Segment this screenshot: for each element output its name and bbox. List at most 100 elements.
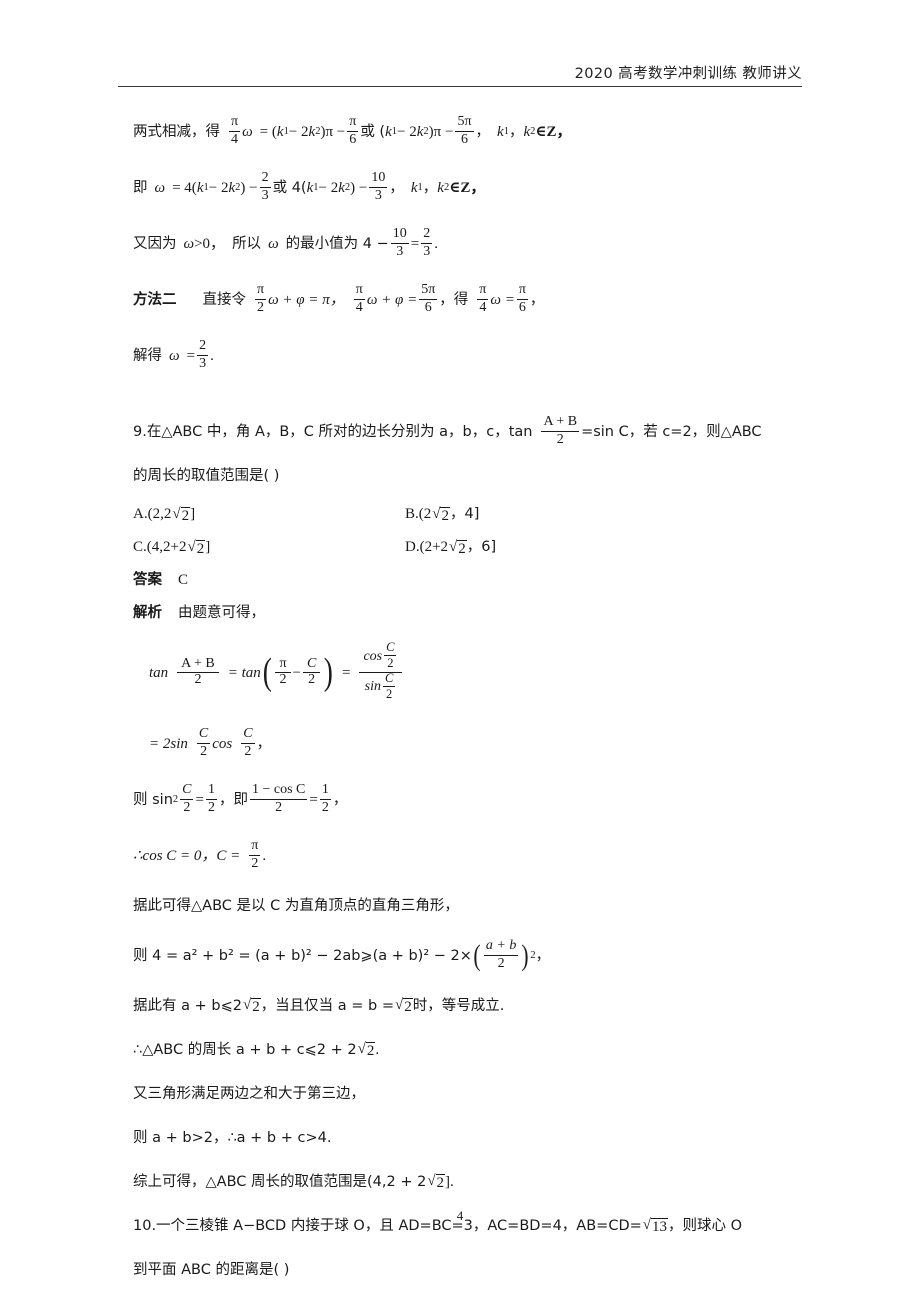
question-10-line-2: 到平面 ABC 的距离是( ) [133, 1248, 813, 1292]
math-line-6: tan A + B2 = tan ( π2 − C2 ) = cos C2 si… [133, 630, 813, 716]
line1-lead: 两式相减，得 [133, 123, 220, 140]
k-var: k [276, 123, 284, 140]
line8-comma: ， [332, 791, 348, 808]
line2-comma: ， [389, 179, 404, 196]
option-b-tail: ，4] [449, 506, 480, 523]
option-c-label: C.(4,2+2 [133, 539, 187, 555]
paren-group: ( π2 − C2 ) [262, 651, 334, 694]
fraction-1-2: 12 [205, 781, 217, 815]
header-divider [118, 86, 802, 87]
fraction-c-2: C2 [241, 725, 255, 759]
option-d-label: D.(2+2 [405, 539, 449, 555]
line16-a: 综上可得，△ABC 周长的取值范围是(4,2 + 2 [133, 1173, 427, 1190]
fraction-half-angle: 1 − cos C2 [249, 781, 308, 815]
fraction-10-3: 10 3 [390, 225, 409, 259]
math-line-3: 又因为 ω >0， 所以 ω 的最小值为 4 − 10 3 = 23 . [133, 216, 813, 272]
option-b-label: B.(2 [405, 506, 432, 522]
omega-symbol: ω [268, 235, 279, 252]
line3-mid: 所以 [232, 235, 262, 252]
sqrt-icon: √ 2 [395, 997, 413, 1015]
k-var: k [416, 123, 424, 140]
tan-operator: tan [149, 664, 169, 681]
question-9-line-1: 9.在△ABC 中，角 A，B，C 所对的边长分别为 a，b，c，tan A +… [133, 410, 813, 454]
sqrt-icon: √ 2 [172, 505, 191, 524]
line2-close-b: ) − [350, 179, 368, 196]
fraction-1-2: 12 [319, 781, 331, 815]
cos-operator: cos [212, 735, 233, 752]
line11-comma: ， [535, 947, 551, 964]
math-line-12: 据此有 a + b⩽2 √ 2 ，当且仅当 a = b = √ 2 时，等号成立. [133, 984, 813, 1028]
omega-symbol: ω [169, 347, 180, 364]
math-line-16: 综上可得，△ABC 周长的取值范围是(4,2 + 2 √ 2 ]. [133, 1160, 813, 1204]
fraction-a-plus-b-over-2: A + B2 [541, 413, 580, 447]
line8-eq1: = [195, 791, 204, 808]
line2-eq: = 4( [172, 179, 197, 196]
fraction-c-2: C2 [180, 781, 194, 815]
fraction-10-3: 10 3 [369, 169, 388, 203]
sqrt-icon: √ 2 [432, 505, 450, 524]
line8-exponent: 2 [172, 793, 179, 805]
math-line-10: 据此可得△ABC 是以 C 为直角顶点的直角三角形， [133, 884, 813, 928]
line1-in-Z: ∈Z， [535, 123, 572, 140]
line3-lead: 又因为 [133, 235, 177, 252]
line13-a: ∴△ABC 的周长 a + b + c⩽2 + 2 [133, 1041, 357, 1058]
fraction-2-3: 23 [259, 169, 271, 203]
option-row-cd: C.(4,2+2 √ 2 ] D.(2+2 √ 2 ，6] [133, 531, 813, 564]
k-var: k [306, 179, 314, 196]
fraction-c-2: C2 [384, 640, 397, 671]
line9-lead: ∴cos C = 0，C = [133, 847, 241, 864]
k-var: k [410, 179, 418, 196]
option-c[interactable]: C.(4,2+2 √ 2 ] [133, 539, 405, 557]
option-d[interactable]: D.(2+2 √ 2 ，6] [405, 539, 496, 557]
line1-minus: − 2 [288, 123, 309, 140]
fraction-a-plus-b-over-2: A + B2 [177, 656, 219, 687]
paren-group: ( a + b2 ) [473, 937, 529, 972]
line3-eq: = [410, 235, 420, 252]
line2-minus: − 2 [208, 179, 229, 196]
line5-lead: 解得 [133, 347, 162, 364]
math-line-4-method-two: 方法二 直接令 π2 ω + φ = π， π4 ω + φ = 5π 6 ，得 … [133, 272, 813, 328]
line1-or: 或 ( [360, 123, 386, 140]
sin-operator: sin [364, 678, 381, 694]
k-var: k [196, 179, 204, 196]
line1-close-b: )π − [428, 123, 454, 140]
fraction-pi-2: π2 [255, 281, 267, 315]
fraction-pi-4: π4 [353, 281, 365, 315]
line12-a: 据此有 a + b⩽2 [133, 997, 242, 1014]
math-line-5: 解得 ω = 23 . [133, 328, 813, 384]
header-title: 2020 高考数学冲刺训练 教师讲义 [574, 66, 802, 82]
sqrt-icon: √ 2 [449, 538, 467, 557]
fraction-pi-4: π4 [229, 113, 241, 147]
line4-t5: ， [529, 291, 545, 308]
line13-b: . [375, 1041, 380, 1058]
page-number: 4 [456, 1208, 464, 1223]
k-var: k [385, 123, 392, 140]
line5-eq: = [186, 347, 196, 364]
line9-period: . [262, 847, 267, 864]
math-line-1: 两式相减，得 π4 ω = ( k1 − 2 k2 )π − π6 或 ( k1… [133, 104, 813, 160]
omega-symbol: ω [154, 179, 166, 196]
line6-eq2: = [342, 664, 351, 681]
line5-period: . [210, 347, 214, 364]
line2-comma-2: ， [422, 179, 438, 196]
fraction-c-2: C2 [382, 670, 396, 701]
line16-b: ]. [445, 1173, 454, 1190]
k-var: k [523, 123, 531, 140]
omega-symbol: ω [242, 123, 253, 140]
q9-text-b: =sin C，若 c=2，则△ABC [581, 423, 762, 440]
math-line-11: 则 4 = a² + b² = (a + b)² − 2ab⩾(a + b)² … [133, 928, 813, 984]
sqrt-icon: √ 2 [357, 1041, 376, 1059]
option-b[interactable]: B.(2 √ 2 ，4] [405, 506, 479, 524]
line11-lead: 则 4 = a² + b² = (a + b)² − 2ab⩾(a + b)² … [133, 947, 472, 964]
math-line-7: = 2sin C2 cos C2 ， [133, 716, 813, 772]
line10-text: 据此可得△ABC 是以 C 为直角顶点的直角三角形， [133, 897, 459, 914]
line12-b: ，当且仅当 a = b = [260, 997, 395, 1014]
document-page: 2020 高考数学冲刺训练 教师讲义 两式相减，得 π4 ω = ( k1 − … [0, 0, 920, 1302]
fraction-2-3: 23 [421, 225, 433, 259]
analysis-line: 解析 由题意可得， [133, 597, 813, 630]
line3-period: . [434, 235, 438, 252]
option-a[interactable]: A.(2,2 √ 2 ] [133, 506, 405, 524]
line1-minus-b: − 2 [397, 123, 417, 140]
line8-eq2: = [309, 791, 318, 808]
k-var: k [338, 179, 345, 196]
